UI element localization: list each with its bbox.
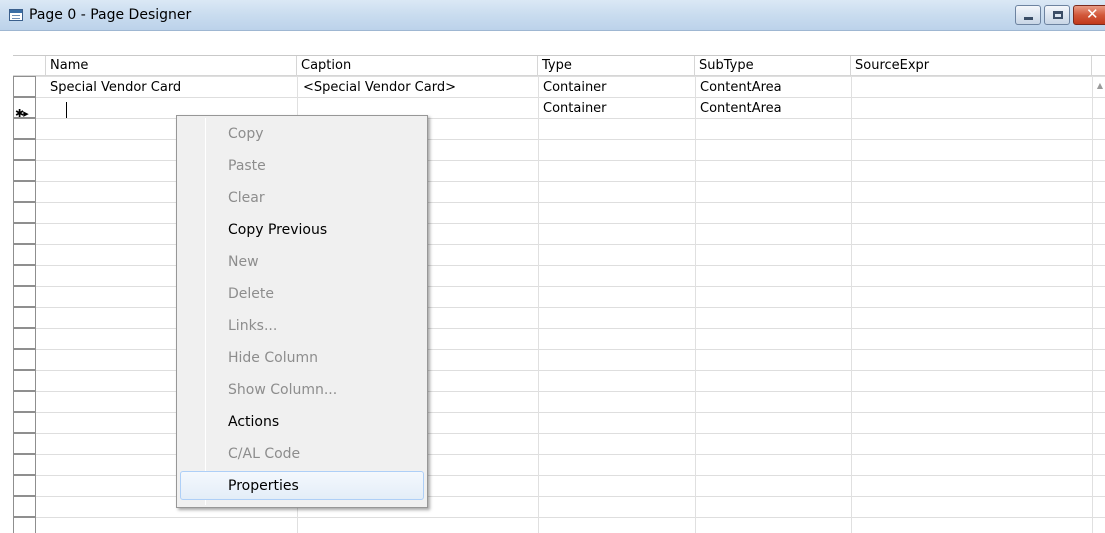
column-header-sourceexpr[interactable]: SourceExpr <box>851 56 1092 76</box>
row-selector[interactable] <box>13 181 36 202</box>
menu-item-delete[interactable]: Delete <box>180 280 424 309</box>
row-selector[interactable] <box>13 475 36 496</box>
context-menu: Copy Paste Clear Copy Previous New Delet… <box>176 115 428 508</box>
row-selector[interactable] <box>13 265 36 286</box>
menu-item-paste[interactable]: Paste <box>180 152 424 181</box>
column-header-type[interactable]: Type <box>538 56 695 76</box>
cell-sourceexpr[interactable] <box>852 98 856 119</box>
title-bar: Page 0 - Page Designer ✕ <box>0 0 1105 31</box>
column-divider <box>538 76 539 533</box>
column-header-subtype[interactable]: SubType <box>695 56 851 76</box>
row-selector[interactable] <box>13 244 36 265</box>
row-selector[interactable] <box>13 76 36 97</box>
form-icon <box>9 9 23 21</box>
menu-item-show-column[interactable]: Show Column... <box>180 376 424 405</box>
row-selector[interactable] <box>13 370 36 391</box>
maximize-icon <box>1053 11 1063 19</box>
row-selector[interactable] <box>13 328 36 349</box>
cell-name[interactable]: Special Vendor Card <box>46 77 181 98</box>
row-selector[interactable] <box>13 202 36 223</box>
menu-item-links[interactable]: Links... <box>180 312 424 341</box>
new-row-marker-icon: ✱▸ <box>15 107 29 120</box>
menu-item-hide-column[interactable]: Hide Column <box>180 344 424 373</box>
column-header-name[interactable]: Name <box>46 56 297 76</box>
cell-subtype[interactable]: ContentArea <box>696 98 782 119</box>
row-selector[interactable] <box>13 160 36 181</box>
row-selector-header <box>13 56 46 76</box>
menu-item-properties[interactable]: Properties <box>180 471 424 500</box>
window-title: Page 0 - Page Designer <box>29 7 192 23</box>
row-selector[interactable] <box>13 391 36 412</box>
row-selector[interactable] <box>13 286 36 307</box>
row-selector[interactable] <box>13 118 36 139</box>
menu-item-copy[interactable]: Copy <box>180 120 424 149</box>
row-selector[interactable] <box>13 433 36 454</box>
scroll-up-arrow-icon[interactable]: ▲ <box>1097 81 1103 90</box>
row-selector[interactable] <box>13 517 36 533</box>
row-selector[interactable] <box>13 496 36 517</box>
close-button[interactable]: ✕ <box>1073 5 1105 25</box>
column-divider <box>851 76 852 533</box>
menu-item-clear[interactable]: Clear <box>180 184 424 213</box>
minimize-icon <box>1024 17 1033 20</box>
text-cursor <box>66 102 67 118</box>
column-header-caption[interactable]: Caption <box>297 56 538 76</box>
cell-caption[interactable]: <Special Vendor Card> <box>299 77 456 98</box>
row-selector[interactable] <box>13 223 36 244</box>
cell-type[interactable]: Container <box>539 98 607 119</box>
row-selector[interactable] <box>13 412 36 433</box>
column-divider <box>1092 76 1093 533</box>
menu-item-new[interactable]: New <box>180 248 424 277</box>
minimize-button[interactable] <box>1015 5 1041 25</box>
row-selector[interactable] <box>13 454 36 475</box>
row-selector[interactable] <box>13 307 36 328</box>
menu-item-cal-code[interactable]: C/AL Code <box>180 440 424 469</box>
grid-header: Name Caption Type SubType SourceExpr <box>13 55 1105 76</box>
close-icon: ✕ <box>1086 5 1099 23</box>
cell-name-editing[interactable] <box>46 98 50 119</box>
menu-item-copy-previous[interactable]: Copy Previous <box>180 216 424 245</box>
cell-subtype[interactable]: ContentArea <box>696 77 782 98</box>
menu-item-actions[interactable]: Actions <box>180 408 424 437</box>
row-selector[interactable] <box>13 139 36 160</box>
maximize-button[interactable] <box>1044 5 1070 25</box>
row-selector[interactable] <box>13 349 36 370</box>
cell-type[interactable]: Container <box>539 77 607 98</box>
cell-sourceexpr[interactable] <box>852 77 856 98</box>
column-divider <box>695 76 696 533</box>
